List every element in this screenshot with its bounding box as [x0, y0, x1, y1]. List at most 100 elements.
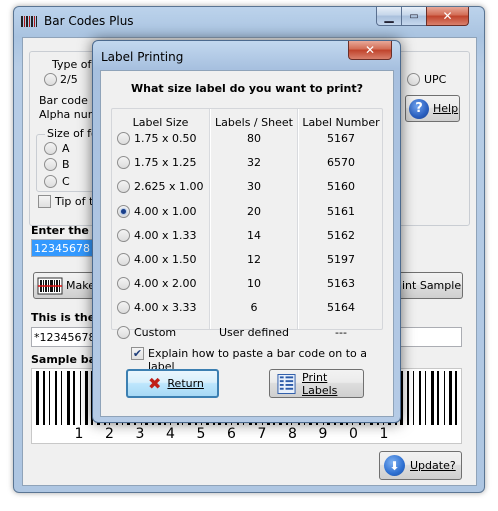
- main-titlebar[interactable]: Bar Codes Plus ▁ ▭ ✕: [14, 7, 484, 37]
- label-number-text: 5162: [327, 228, 355, 242]
- explain-checkbox[interactable]: ✔: [131, 347, 144, 360]
- barcode-bar: [425, 371, 426, 425]
- barcode-digit: 2: [105, 426, 114, 442]
- label-number-text: 5167: [327, 132, 355, 145]
- labels-per-sheet-text: 6: [250, 301, 258, 315]
- checkmark-icon: ✔: [132, 347, 143, 360]
- return-button[interactable]: ✖ Return: [126, 369, 219, 398]
- labels-per-sheet-text: 12: [247, 253, 261, 266]
- maximize-button[interactable]: ▭: [401, 7, 427, 26]
- label-sheet-icon: [277, 373, 296, 394]
- tip-checkbox[interactable]: [38, 195, 51, 208]
- barcode-digit: 1: [75, 426, 84, 442]
- dialog-close-button[interactable]: ✕: [348, 41, 392, 60]
- label-number-text: 5164: [327, 301, 355, 315]
- label-size-radio[interactable]: [117, 156, 130, 170]
- type-radio-2of5-label: 2/5: [60, 73, 78, 86]
- label-size-row[interactable]: 4.00 x 1.33 14 5162: [112, 228, 382, 244]
- label-size-row[interactable]: 4.00 x 1.00 20 5161: [112, 204, 382, 220]
- minimize-button[interactable]: ▁: [376, 7, 402, 26]
- make-button[interactable]: Make: [33, 272, 99, 299]
- barcode-bar: [407, 371, 409, 425]
- header-label-number: Label Number: [302, 116, 380, 129]
- barcode-icon: [37, 277, 63, 294]
- label-size-row[interactable]: Custom User defined ---: [112, 325, 382, 341]
- type-radio-upc[interactable]: [407, 73, 420, 86]
- label-size-text: 1.75 x 1.25: [134, 156, 197, 170]
- barcode-bar: [43, 371, 45, 425]
- label-size-row[interactable]: 4.00 x 3.33 6 5164: [112, 300, 382, 316]
- label-printing-dialog: Label Printing ✕ What size label do you …: [92, 40, 401, 423]
- help-button[interactable]: ? Help: [405, 95, 460, 122]
- label-size-radio[interactable]: [117, 228, 130, 242]
- make-button-label: Make: [66, 279, 95, 292]
- label-size-radio[interactable]: [117, 204, 130, 218]
- label-size-radio[interactable]: [117, 180, 130, 194]
- barcode-digit: 8: [288, 426, 297, 442]
- font-radio-a[interactable]: [44, 142, 57, 155]
- print-labels-button[interactable]: Print Labels: [269, 369, 364, 398]
- barcode-bar: [67, 371, 70, 425]
- enter-data-label: Enter the d: [31, 224, 101, 237]
- help-button-label: Help: [433, 102, 459, 115]
- label-size-text: Custom: [134, 325, 177, 339]
- barcode-info-line1: Bar code 3: [39, 94, 99, 107]
- header-label-size: Label Size: [132, 116, 189, 129]
- dialog-question: What size label do you want to print?: [131, 82, 363, 95]
- barcode-bar: [49, 371, 50, 425]
- barcode-digit: 5: [197, 426, 206, 442]
- this-is-label: This is the: [31, 311, 96, 324]
- return-button-label: Return: [167, 377, 204, 390]
- font-radio-b-label: B: [62, 158, 70, 171]
- type-radio-upc-label: UPC: [424, 73, 447, 86]
- result-value: *12345678: [34, 331, 96, 344]
- labels-per-sheet-text: User defined: [219, 325, 289, 339]
- close-icon: ✕: [442, 9, 453, 23]
- barcode-bar: [85, 371, 88, 425]
- font-radio-b[interactable]: [44, 158, 57, 171]
- barcode-bar: [449, 371, 452, 425]
- data-input[interactable]: 12345678: [31, 239, 96, 257]
- label-size-row[interactable]: 4.00 x 2.00 10 5163: [112, 276, 382, 292]
- font-radio-c-label: C: [62, 175, 70, 188]
- label-size-row[interactable]: 1.75 x 1.25 32 6570: [112, 155, 382, 171]
- download-icon: ⬇: [384, 455, 405, 476]
- barcode-digit: 1: [380, 426, 389, 442]
- barcode-bar: [437, 371, 439, 425]
- type-radio-2of5[interactable]: [44, 73, 57, 86]
- label-size-radio[interactable]: [117, 253, 130, 266]
- label-size-text: 4.00 x 1.00: [134, 204, 197, 218]
- label-size-row[interactable]: 2.625 x 1.00 30 5160: [112, 179, 382, 195]
- labels-per-sheet-text: 20: [247, 204, 261, 218]
- label-size-radio[interactable]: [117, 301, 130, 315]
- main-window-title: Bar Codes Plus: [44, 14, 134, 28]
- font-radio-a-label: A: [62, 142, 70, 155]
- label-size-radio[interactable]: [117, 325, 130, 339]
- font-radio-c[interactable]: [44, 175, 57, 188]
- label-size-radio[interactable]: [117, 277, 130, 291]
- barcode-bar: [73, 371, 75, 425]
- label-size-row[interactable]: 1.75 x 0.50 80 5167: [112, 131, 382, 147]
- print-sample-label: int Sample: [402, 279, 462, 292]
- label-number-text: ---: [335, 325, 347, 339]
- label-size-text: 4.00 x 1.33: [134, 228, 197, 242]
- label-size-text: 4.00 x 3.33: [134, 301, 197, 315]
- close-button[interactable]: ✕: [426, 7, 469, 26]
- label-number-text: 6570: [327, 156, 355, 170]
- update-button-label: Update?: [410, 459, 456, 472]
- data-input-value: 12345678: [34, 242, 90, 255]
- close-icon: ✕: [364, 43, 376, 57]
- print-sample-button[interactable]: int Sample: [398, 272, 463, 299]
- labels-per-sheet-text: 10: [247, 277, 261, 291]
- print-labels-button-label: Print Labels: [302, 370, 338, 397]
- barcode-app-icon: [21, 16, 37, 27]
- barcode-bar: [413, 371, 414, 425]
- minimize-icon: ▁: [384, 9, 394, 23]
- label-size-row[interactable]: 4.00 x 1.50 12 5197: [112, 252, 382, 268]
- barcode-bar: [419, 371, 421, 425]
- barcode-digit: 3: [136, 426, 145, 442]
- label-number-text: 5161: [327, 204, 355, 218]
- update-button[interactable]: ⬇ Update?: [379, 451, 462, 480]
- help-icon: ?: [409, 98, 429, 119]
- label-size-radio[interactable]: [117, 132, 130, 145]
